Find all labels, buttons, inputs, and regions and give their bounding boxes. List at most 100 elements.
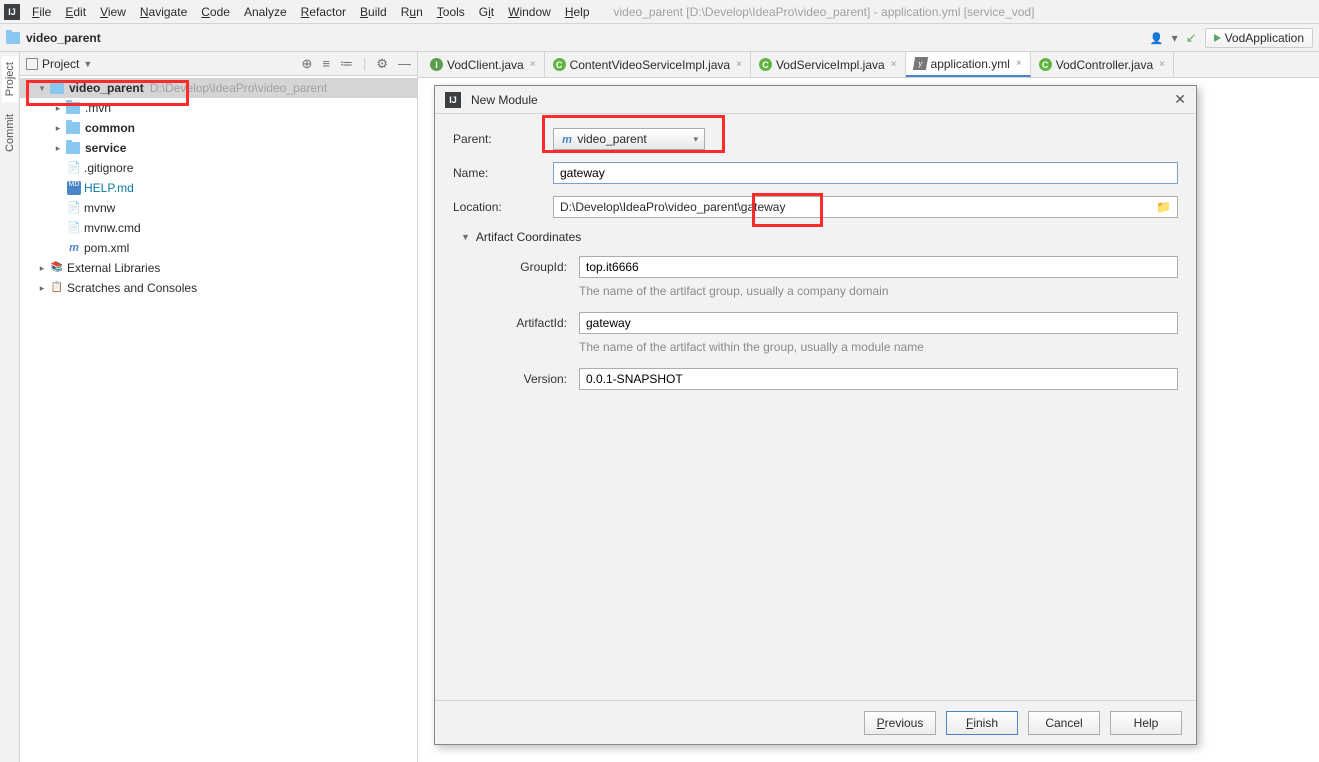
label-version: Version:	[479, 372, 579, 386]
menu-bar: IJ File Edit View Navigate Code Analyze …	[0, 0, 1319, 24]
tree-node-mvnwcmd[interactable]: 📄 mvnw.cmd	[20, 218, 417, 238]
folder-icon	[66, 142, 80, 154]
menu-analyze[interactable]: Analyze	[238, 3, 293, 21]
window-title: video_parent [D:\Develop\IdeaPro\video_p…	[614, 5, 1035, 19]
library-icon	[50, 261, 64, 275]
class-icon: C	[1039, 58, 1052, 71]
menu-file[interactable]: File	[26, 3, 57, 21]
tree-node-mvnw[interactable]: 📄 mvnw	[20, 198, 417, 218]
run-config-selector[interactable]: VodApplication	[1205, 28, 1313, 48]
folder-icon	[66, 102, 80, 114]
label-parent: Parent:	[453, 132, 553, 146]
close-icon[interactable]: ×	[530, 59, 536, 70]
chevron-down-icon: ▼	[461, 232, 470, 242]
label-name: Name:	[453, 166, 553, 180]
close-icon[interactable]: ×	[1016, 58, 1022, 69]
location-input[interactable]: D:\Develop\IdeaPro\video_parent\gateway …	[553, 196, 1178, 218]
build-icon[interactable]: ↙	[1186, 30, 1197, 46]
tab-vodclient[interactable]: I VodClient.java ×	[422, 52, 545, 77]
close-icon[interactable]: ×	[1159, 59, 1165, 70]
tree-root-path: D:\Develop\IdeaPro\video_parent	[150, 81, 327, 95]
intellij-logo-icon: IJ	[4, 4, 20, 20]
artifactid-input[interactable]	[579, 312, 1178, 334]
project-title[interactable]: Project	[42, 57, 79, 71]
dialog-footer: Previous Finish Cancel Help	[435, 700, 1196, 744]
menu-tools[interactable]: Tools	[431, 3, 471, 21]
tree-root-name: video_parent	[69, 81, 144, 95]
close-icon[interactable]: ×	[736, 59, 742, 70]
menu-window[interactable]: Window	[502, 3, 557, 21]
cancel-button[interactable]: Cancel	[1028, 711, 1100, 735]
label-artifactid: ArtifactId:	[479, 316, 579, 330]
tree-node-mvn[interactable]: ▸ .mvn	[20, 98, 417, 118]
locate-icon[interactable]: ⊕	[301, 56, 312, 72]
breadcrumb-root[interactable]: video_parent	[26, 31, 101, 45]
chevron-down-icon: ▾	[693, 134, 698, 145]
tree-node-external[interactable]: ▸ External Libraries	[20, 258, 417, 278]
yaml-icon: y	[912, 57, 927, 70]
run-config-name: VodApplication	[1225, 31, 1304, 45]
parent-combo[interactable]: m video_parent ▾	[553, 128, 705, 150]
menu-edit[interactable]: Edit	[59, 3, 92, 21]
tab-application-yml[interactable]: y application.yml ×	[906, 52, 1031, 77]
file-icon: 📄	[67, 161, 81, 175]
interface-icon: I	[430, 58, 443, 71]
hide-icon[interactable]: —	[398, 56, 411, 72]
help-button[interactable]: Help	[1110, 711, 1182, 735]
project-scope-icon	[26, 58, 38, 70]
editor-tabs: I VodClient.java × C ContentVideoService…	[418, 52, 1319, 78]
close-icon[interactable]: ✕	[1174, 91, 1186, 108]
file-icon: 📄	[67, 201, 81, 215]
groupid-input[interactable]	[579, 256, 1178, 278]
tree-node-service[interactable]: ▸ service	[20, 138, 417, 158]
artifact-coordinates-toggle[interactable]: ▼ Artifact Coordinates	[453, 230, 1178, 244]
maven-icon: m	[560, 134, 574, 146]
menu-view[interactable]: View	[94, 3, 132, 21]
class-icon: C	[553, 58, 566, 71]
tree-node-root[interactable]: ▾ video_parent D:\Develop\IdeaPro\video_…	[20, 78, 417, 98]
menu-refactor[interactable]: Refactor	[295, 3, 352, 21]
finish-button[interactable]: Finish	[946, 711, 1018, 735]
scratches-icon	[50, 281, 64, 295]
tree-node-scratches[interactable]: ▸ Scratches and Consoles	[20, 278, 417, 298]
expand-icon[interactable]: ≡	[322, 56, 330, 72]
menu-git[interactable]: Git	[473, 3, 500, 21]
folder-icon	[66, 122, 80, 134]
sidetab-project[interactable]: Project	[2, 56, 18, 102]
chevron-down-icon[interactable]: ▼	[83, 59, 92, 69]
name-input[interactable]	[553, 162, 1178, 184]
tree-node-pom[interactable]: m pom.xml	[20, 238, 417, 258]
project-tree[interactable]: ▾ video_parent D:\Develop\IdeaPro\video_…	[20, 76, 417, 300]
menu-run[interactable]: Run	[395, 3, 429, 21]
gear-icon[interactable]: ⚙	[376, 56, 388, 72]
version-input[interactable]	[579, 368, 1178, 390]
person-icon[interactable]	[1150, 31, 1164, 45]
tab-vodservice[interactable]: C VodServiceImpl.java ×	[751, 52, 906, 77]
collapse-icon[interactable]: ≔	[340, 56, 353, 72]
groupid-hint: The name of the artifact group, usually …	[579, 284, 1178, 298]
folder-browse-icon[interactable]: 📁	[1156, 200, 1171, 214]
menu-build[interactable]: Build	[354, 3, 393, 21]
folder-icon	[50, 82, 64, 94]
sidetab-commit[interactable]: Commit	[2, 108, 18, 158]
play-icon	[1214, 34, 1221, 42]
tree-node-help[interactable]: MD HELP.md	[20, 178, 417, 198]
tab-contentvideoservice[interactable]: C ContentVideoServiceImpl.java ×	[545, 52, 751, 77]
tree-node-common[interactable]: ▸ common	[20, 118, 417, 138]
previous-button[interactable]: Previous	[864, 711, 936, 735]
folder-icon	[6, 32, 20, 44]
label-groupid: GroupId:	[479, 260, 579, 274]
project-header: Project ▼ ⊕ ≡ ≔ | ⚙ —	[20, 52, 417, 76]
new-module-dialog: IJ New Module ✕ Parent: m video_parent ▾…	[434, 85, 1197, 745]
menu-code[interactable]: Code	[195, 3, 236, 21]
tree-node-gitignore[interactable]: 📄 .gitignore	[20, 158, 417, 178]
intellij-logo-icon: IJ	[445, 92, 461, 108]
tab-vodcontroller[interactable]: C VodController.java ×	[1031, 52, 1174, 77]
navigation-bar: video_parent ▾ ↙ VodApplication	[0, 24, 1319, 52]
tool-window-stripe: Project Commit	[0, 52, 20, 762]
project-tool-window: Project ▼ ⊕ ≡ ≔ | ⚙ — ▾ video_parent D:\…	[20, 52, 418, 762]
close-icon[interactable]: ×	[891, 59, 897, 70]
menu-help[interactable]: Help	[559, 3, 596, 21]
dialog-title: New Module	[471, 93, 538, 107]
menu-navigate[interactable]: Navigate	[134, 3, 193, 21]
